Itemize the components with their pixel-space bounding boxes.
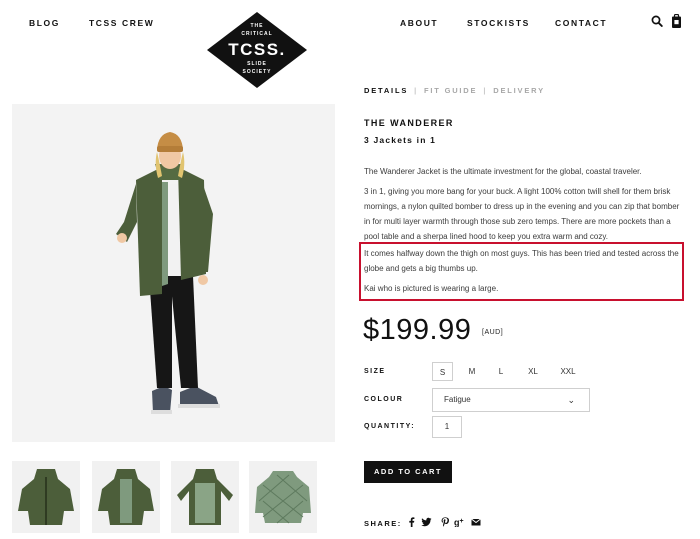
nav-contact[interactable]: CONTACT — [555, 18, 607, 28]
email-icon[interactable] — [471, 517, 481, 527]
search-icon[interactable] — [651, 14, 663, 28]
colour-select-value: Fatigue — [444, 395, 471, 404]
size-option-l[interactable]: L — [492, 362, 510, 381]
nav-stockists[interactable]: STOCKISTS — [467, 18, 530, 28]
main-product-image[interactable] — [12, 104, 335, 442]
tab-divider: | — [414, 86, 419, 95]
size-option-xxl[interactable]: XXL — [556, 362, 580, 381]
svg-text:+: + — [460, 518, 464, 525]
google-plus-icon[interactable]: g + — [454, 517, 465, 528]
price-currency: [AUD] — [482, 329, 504, 336]
thumbnail-front[interactable] — [12, 461, 80, 533]
thumbnail-bomber[interactable] — [249, 461, 317, 533]
twitter-icon[interactable] — [421, 517, 432, 527]
tab-fit-guide[interactable]: FIT GUIDE — [424, 86, 477, 95]
logo-line-society: SOCIETY — [243, 69, 272, 75]
tcss-logo[interactable]: THE CRITICAL TCSS. SLIDE SOCIETY — [207, 12, 307, 88]
size-option-m[interactable]: M — [462, 362, 482, 381]
share-label: SHARE: — [364, 519, 402, 528]
product-description-intro: The Wanderer Jacket is the ultimate inve… — [364, 167, 642, 176]
logo-main: TCSS. — [228, 40, 286, 59]
thumbnail-open[interactable] — [92, 461, 160, 533]
product-price: $199.99 — [363, 314, 472, 346]
colour-label: COLOUR — [364, 396, 404, 403]
facebook-icon[interactable] — [408, 517, 415, 527]
logo-line-critical: CRITICAL — [241, 31, 272, 37]
logo-line-slide: SLIDE — [247, 61, 267, 67]
quantity-label: QUANTITY: — [364, 423, 416, 430]
pinterest-icon[interactable] — [441, 517, 449, 527]
logo-line-the: THE — [251, 23, 264, 29]
chevron-down-icon: ⌄ — [567, 395, 575, 405]
size-option-xl[interactable]: XL — [522, 362, 544, 381]
tab-details[interactable]: DETAILS — [364, 86, 408, 95]
thumbnail-lining[interactable] — [171, 461, 239, 533]
tab-delivery[interactable]: DELIVERY — [493, 86, 545, 95]
nav-blog[interactable]: BLOG — [29, 18, 60, 28]
quantity-input[interactable]: 1 — [432, 416, 462, 438]
size-label: SIZE — [364, 368, 386, 375]
product-title: THE WANDERER — [364, 118, 454, 128]
highlight-box — [359, 242, 684, 301]
cart-icon[interactable] — [671, 14, 682, 29]
model-photo — [116, 132, 220, 414]
colour-select[interactable]: Fatigue ⌄ — [432, 388, 590, 412]
nav-tcss-crew[interactable]: TCSS CREW — [89, 18, 154, 28]
size-option-s[interactable]: S — [432, 362, 453, 381]
nav-about[interactable]: ABOUT — [400, 18, 438, 28]
product-description-features: 3 in 1, giving you more bang for your bu… — [364, 187, 680, 241]
add-to-cart-button[interactable]: ADD TO CART — [364, 461, 452, 483]
product-subtitle: 3 Jackets in 1 — [364, 135, 437, 145]
detail-tabs: DETAILS | FIT GUIDE | DELIVERY — [364, 86, 545, 95]
tab-divider: | — [483, 86, 488, 95]
